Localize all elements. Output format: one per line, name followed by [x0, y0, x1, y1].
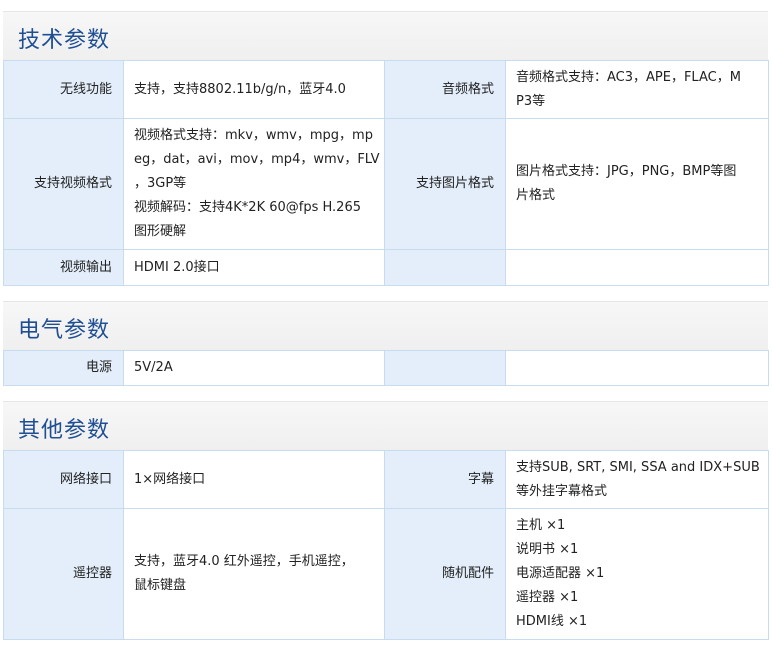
spec-label: 支持图片格式 [384, 118, 506, 250]
spec-value-line: 视频解码：支持4K*2K 60@fps H.265 [134, 200, 361, 215]
spec-label: 音频格式 [384, 60, 506, 119]
spec-table-electrical: 电源 5V/2A [3, 350, 769, 386]
table-row: 无线功能 支持，支持8802.11b/g/n，蓝牙4.0 音频格式 音频格式支持… [3, 60, 769, 119]
table-row: 网络接口 1×网络接口 字幕 支持SUB, SRT, SMI, SSA and … [3, 450, 769, 509]
spec-value: 图片格式支持：JPG，PNG，BMP等图 片格式 [505, 118, 769, 250]
spec-value-line: ，3GP等 [134, 176, 187, 191]
spec-value-line: 遥控器 ×1 [516, 590, 579, 605]
section-header-other: 其他参数 [3, 401, 768, 451]
spec-value-line: 图片格式支持：JPG，PNG，BMP等图 [516, 164, 737, 179]
spec-value-line: 图形硬解 [134, 224, 187, 239]
table-row: 遥控器 支持，蓝牙4.0 红外遥控，手机遥控， 鼠标键盘 随机配件 主机 ×1 … [3, 508, 769, 640]
spec-value-line: HDMI线 ×1 [516, 614, 588, 629]
spec-label: 无线功能 [3, 60, 124, 119]
spec-value-line: 支持，蓝牙4.0 红外遥控，手机遥控， [134, 554, 354, 569]
spec-value-line: 视频格式支持：mkv，wmv，mpg，mp [134, 128, 373, 143]
spec-value: 支持，蓝牙4.0 红外遥控，手机遥控， 鼠标键盘 [123, 508, 385, 640]
spec-value-line: 鼠标键盘 [134, 578, 187, 593]
spec-label: 随机配件 [384, 508, 506, 640]
spec-value-empty [505, 350, 769, 386]
spec-label: 网络接口 [3, 450, 124, 509]
spec-value-line: 5V/2A [134, 360, 173, 375]
spec-label-empty [384, 249, 506, 286]
section-title: 其他参数 [18, 418, 111, 443]
spec-value: 支持，支持8802.11b/g/n，蓝牙4.0 [123, 60, 385, 119]
spec-value: 主机 ×1 说明书 ×1 电源适配器 ×1 遥控器 ×1 HDMI线 ×1 [505, 508, 769, 640]
spec-value-line: eg，dat，avi，mov，mp4，wmv，FLV [134, 152, 380, 167]
spec-value-line: 等外挂字幕格式 [516, 483, 608, 499]
spec-value: 支持SUB, SRT, SMI, SSA and IDX+SUB 等外挂字幕格式 [505, 450, 769, 509]
table-row: 支持视频格式 视频格式支持：mkv，wmv，mpg，mp eg，dat，avi，… [3, 118, 769, 250]
spec-value: 5V/2A [123, 350, 385, 386]
spec-value: 音频格式支持：AC3，APE，FLAC，M P3等 [505, 60, 769, 119]
spec-label: 字幕 [384, 450, 506, 509]
spec-label: 电源 [3, 350, 124, 386]
spec-value: 视频格式支持：mkv，wmv，mpg，mp eg，dat，avi，mov，mp4… [123, 118, 385, 250]
section-title: 技术参数 [18, 28, 111, 53]
spec-value-empty [505, 249, 769, 286]
spec-value-line: 电源适配器 ×1 [516, 566, 605, 581]
spec-value-line: HDMI 2.0接口 [134, 259, 220, 275]
section-header-electrical: 电气参数 [3, 301, 768, 351]
spec-value-line: 支持SUB, SRT, SMI, SSA and IDX+SUB [516, 459, 760, 475]
spec-label-empty [384, 350, 506, 386]
spec-value-line: 片格式 [516, 188, 556, 203]
spec-label: 支持视频格式 [3, 118, 124, 250]
spec-label: 遥控器 [3, 508, 124, 640]
spec-value-line: 音频格式支持：AC3，APE，FLAC，M [516, 69, 741, 85]
spec-value: HDMI 2.0接口 [123, 249, 385, 286]
table-row: 电源 5V/2A [3, 350, 769, 386]
section-header-tech: 技术参数 [3, 11, 768, 61]
spec-value-line: 说明书 ×1 [516, 542, 579, 557]
spec-value-line: 支持，支持8802.11b/g/n，蓝牙4.0 [134, 81, 346, 97]
spec-table-other: 网络接口 1×网络接口 字幕 支持SUB, SRT, SMI, SSA and … [3, 450, 769, 640]
spec-value: 1×网络接口 [123, 450, 385, 509]
table-row: 视频输出 HDMI 2.0接口 [3, 249, 769, 286]
spec-value-line: 主机 ×1 [516, 518, 566, 533]
spec-value-line: P3等 [516, 93, 546, 109]
section-title: 电气参数 [18, 318, 111, 343]
spec-label: 视频输出 [3, 249, 124, 286]
spec-value-line: 1×网络接口 [134, 471, 206, 487]
spec-page: 技术参数 无线功能 支持，支持8802.11b/g/n，蓝牙4.0 音频格式 音… [0, 0, 773, 646]
spec-table-tech: 无线功能 支持，支持8802.11b/g/n，蓝牙4.0 音频格式 音频格式支持… [3, 60, 769, 286]
